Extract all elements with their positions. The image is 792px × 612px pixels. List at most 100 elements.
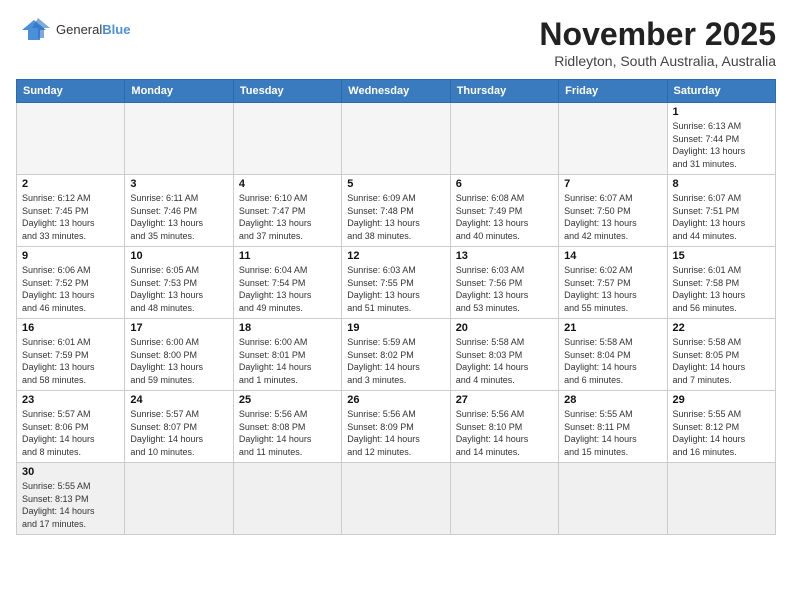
day-number: 25 — [239, 394, 336, 406]
column-header-tuesday: Tuesday — [233, 80, 341, 103]
day-info: Sunrise: 6:07 AM Sunset: 7:50 PM Dayligh… — [564, 192, 661, 242]
calendar-header-row: SundayMondayTuesdayWednesdayThursdayFrid… — [17, 80, 776, 103]
day-number: 3 — [130, 178, 227, 190]
calendar-cell: 28Sunrise: 5:55 AM Sunset: 8:11 PM Dayli… — [559, 391, 667, 463]
day-info: Sunrise: 5:57 AM Sunset: 8:06 PM Dayligh… — [22, 408, 119, 458]
calendar-cell: 20 Sunrise: 5:58 AM Sunset: 8:03 PM Dayli… — [450, 319, 558, 391]
day-info: Sunrise: 6:03 AM Sunset: 7:55 PM Dayligh… — [347, 264, 444, 314]
day-info: Sunrise: 6:09 AM Sunset: 7:48 PM Dayligh… — [347, 192, 444, 242]
calendar-cell: 22 Sunrise: 5:58 AM Sunset: 8:05 PM Dayli… — [667, 319, 775, 391]
calendar-cell: 30 Sunrise: 5:55 AM Sunset: 8:13 PM Dayli… — [17, 463, 125, 535]
calendar-cell — [450, 103, 558, 175]
calendar-week-row: 23 Sunrise: 5:57 AM Sunset: 8:06 PM Dayli… — [17, 391, 776, 463]
day-number: 7 — [564, 178, 661, 190]
day-info: Sunrise: 5:56 AM Sunset: 8:10 PM Dayligh… — [456, 408, 553, 458]
day-number: 9 — [22, 250, 119, 262]
page-header: GeneralBlue November 2025 Ridleyton, Sou… — [16, 16, 776, 69]
day-number: 22 — [673, 322, 770, 334]
day-info: Sunrise: 6:11 AM Sunset: 7:46 PM Dayligh… — [130, 192, 227, 242]
logo-icon — [16, 16, 52, 44]
day-info: Sunrise: 6:01 AM Sunset: 7:58 PM Dayligh… — [673, 264, 770, 314]
day-info: Sunrise: 6:10 AM Sunset: 7:47 PM Dayligh… — [239, 192, 336, 242]
column-header-sunday: Sunday — [17, 80, 125, 103]
day-info: Sunrise: 6:04 AM Sunset: 7:54 PM Dayligh… — [239, 264, 336, 314]
day-number: 5 — [347, 178, 444, 190]
day-number: 21 — [564, 322, 661, 334]
day-info: Sunrise: 5:58 AM Sunset: 8:03 PM Dayligh… — [456, 336, 553, 386]
calendar-cell: 4 Sunrise: 6:10 AM Sunset: 7:47 PM Daylig… — [233, 175, 341, 247]
calendar-week-row: 2Sunrise: 6:12 AM Sunset: 7:45 PM Daylig… — [17, 175, 776, 247]
day-number: 26 — [347, 394, 444, 406]
calendar-cell: 25Sunrise: 5:56 AM Sunset: 8:08 PM Dayli… — [233, 391, 341, 463]
day-number: 24 — [130, 394, 227, 406]
month-title: November 2025 — [539, 16, 776, 53]
day-info: Sunrise: 5:58 AM Sunset: 8:05 PM Dayligh… — [673, 336, 770, 386]
calendar-week-row: 9 Sunrise: 6:06 AM Sunset: 7:52 PM Daylig… — [17, 247, 776, 319]
calendar-table: SundayMondayTuesdayWednesdayThursdayFrid… — [16, 79, 776, 535]
column-header-thursday: Thursday — [450, 80, 558, 103]
day-number: 4 — [239, 178, 336, 190]
calendar-cell: 27Sunrise: 5:56 AM Sunset: 8:10 PM Dayli… — [450, 391, 558, 463]
location-title: Ridleyton, South Australia, Australia — [539, 53, 776, 69]
day-number: 15 — [673, 250, 770, 262]
day-number: 30 — [22, 466, 119, 478]
calendar-cell: 21 Sunrise: 5:58 AM Sunset: 8:04 PM Dayli… — [559, 319, 667, 391]
calendar-cell — [559, 463, 667, 535]
day-info: Sunrise: 6:05 AM Sunset: 7:53 PM Dayligh… — [130, 264, 227, 314]
day-info: Sunrise: 5:56 AM Sunset: 8:09 PM Dayligh… — [347, 408, 444, 458]
calendar-cell: 10 Sunrise: 6:05 AM Sunset: 7:53 PM Dayli… — [125, 247, 233, 319]
calendar-cell — [125, 103, 233, 175]
day-number: 20 — [456, 322, 553, 334]
day-number: 23 — [22, 394, 119, 406]
day-info: Sunrise: 6:01 AM Sunset: 7:59 PM Dayligh… — [22, 336, 119, 386]
day-number: 19 — [347, 322, 444, 334]
day-number: 29 — [673, 394, 770, 406]
day-number: 6 — [456, 178, 553, 190]
calendar-week-row: 1Sunrise: 6:13 AM Sunset: 7:44 PM Daylig… — [17, 103, 776, 175]
day-info: Sunrise: 5:55 AM Sunset: 8:13 PM Dayligh… — [22, 480, 119, 530]
calendar-cell: 13Sunrise: 6:03 AM Sunset: 7:56 PM Dayli… — [450, 247, 558, 319]
calendar-cell — [233, 463, 341, 535]
calendar-cell — [233, 103, 341, 175]
title-section: November 2025 Ridleyton, South Australia… — [539, 16, 776, 69]
calendar-cell: 9 Sunrise: 6:06 AM Sunset: 7:52 PM Daylig… — [17, 247, 125, 319]
day-info: Sunrise: 6:00 AM Sunset: 8:01 PM Dayligh… — [239, 336, 336, 386]
day-number: 16 — [22, 322, 119, 334]
column-header-saturday: Saturday — [667, 80, 775, 103]
day-info: Sunrise: 6:07 AM Sunset: 7:51 PM Dayligh… — [673, 192, 770, 242]
day-number: 13 — [456, 250, 553, 262]
calendar-week-row: 30 Sunrise: 5:55 AM Sunset: 8:13 PM Dayli… — [17, 463, 776, 535]
day-info: Sunrise: 5:58 AM Sunset: 8:04 PM Dayligh… — [564, 336, 661, 386]
calendar-cell: 18 Sunrise: 6:00 AM Sunset: 8:01 PM Dayli… — [233, 319, 341, 391]
day-number: 18 — [239, 322, 336, 334]
calendar-week-row: 16 Sunrise: 6:01 AM Sunset: 7:59 PM Dayli… — [17, 319, 776, 391]
column-header-monday: Monday — [125, 80, 233, 103]
day-info: Sunrise: 6:02 AM Sunset: 7:57 PM Dayligh… — [564, 264, 661, 314]
calendar-cell: 11 Sunrise: 6:04 AM Sunset: 7:54 PM Dayli… — [233, 247, 341, 319]
column-header-friday: Friday — [559, 80, 667, 103]
calendar-cell: 16 Sunrise: 6:01 AM Sunset: 7:59 PM Dayli… — [17, 319, 125, 391]
day-info: Sunrise: 5:57 AM Sunset: 8:07 PM Dayligh… — [130, 408, 227, 458]
day-info: Sunrise: 6:00 AM Sunset: 8:00 PM Dayligh… — [130, 336, 227, 386]
day-info: Sunrise: 5:55 AM Sunset: 8:11 PM Dayligh… — [564, 408, 661, 458]
calendar-cell — [450, 463, 558, 535]
calendar-cell: 17Sunrise: 6:00 AM Sunset: 8:00 PM Dayli… — [125, 319, 233, 391]
day-number: 14 — [564, 250, 661, 262]
calendar-cell: 23 Sunrise: 5:57 AM Sunset: 8:06 PM Dayli… — [17, 391, 125, 463]
calendar-cell: 7 Sunrise: 6:07 AM Sunset: 7:50 PM Daylig… — [559, 175, 667, 247]
calendar-cell: 29 Sunrise: 5:55 AM Sunset: 8:12 PM Dayli… — [667, 391, 775, 463]
day-info: Sunrise: 6:06 AM Sunset: 7:52 PM Dayligh… — [22, 264, 119, 314]
day-number: 10 — [130, 250, 227, 262]
calendar-cell — [125, 463, 233, 535]
calendar-cell: 2Sunrise: 6:12 AM Sunset: 7:45 PM Daylig… — [17, 175, 125, 247]
calendar-cell: 5 Sunrise: 6:09 AM Sunset: 7:48 PM Daylig… — [342, 175, 450, 247]
calendar-cell: 15 Sunrise: 6:01 AM Sunset: 7:58 PM Dayli… — [667, 247, 775, 319]
day-number: 2 — [22, 178, 119, 190]
logo-general: GeneralBlue — [56, 22, 130, 38]
calendar-cell: 26 Sunrise: 5:56 AM Sunset: 8:09 PM Dayli… — [342, 391, 450, 463]
calendar-cell — [342, 103, 450, 175]
day-number: 11 — [239, 250, 336, 262]
calendar-body: 1Sunrise: 6:13 AM Sunset: 7:44 PM Daylig… — [17, 103, 776, 535]
calendar-cell: 1Sunrise: 6:13 AM Sunset: 7:44 PM Daylig… — [667, 103, 775, 175]
day-info: Sunrise: 5:55 AM Sunset: 8:12 PM Dayligh… — [673, 408, 770, 458]
